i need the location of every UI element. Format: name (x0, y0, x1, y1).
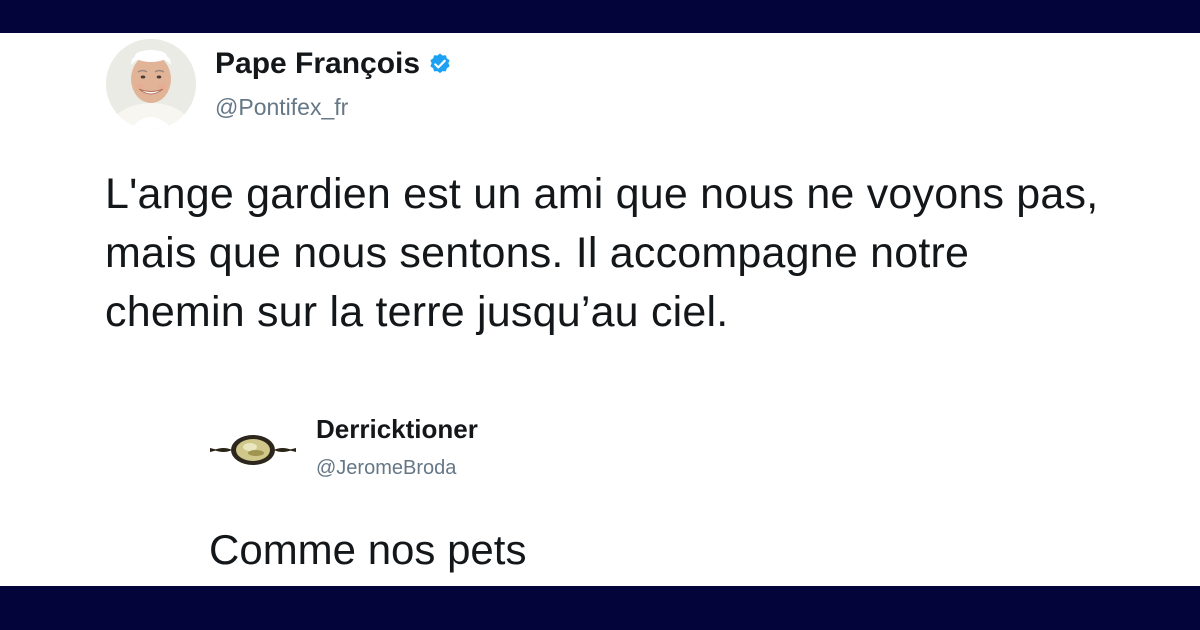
candy-icon (210, 435, 296, 465)
author-handle[interactable]: @Pontifex_fr (215, 93, 348, 121)
author-name[interactable]: Pape François (215, 47, 452, 81)
tweet-card: Pape François @Pontifex_fr L'ange gardie… (0, 33, 1200, 586)
top-band (0, 0, 1200, 33)
tweet-text: L'ange gardien est un ami que nous ne vo… (105, 170, 1099, 336)
reply-text: Comme nos pets (209, 526, 527, 573)
avatar[interactable] (106, 39, 196, 129)
verified-badge-icon (430, 53, 450, 74)
bottom-band (0, 586, 1200, 630)
reply-author-name[interactable]: Derricktioner (316, 414, 478, 444)
pope-avatar-image (106, 39, 196, 129)
reply-author-handle[interactable]: @JeromeBroda (316, 456, 456, 480)
reply-avatar[interactable] (208, 426, 298, 476)
